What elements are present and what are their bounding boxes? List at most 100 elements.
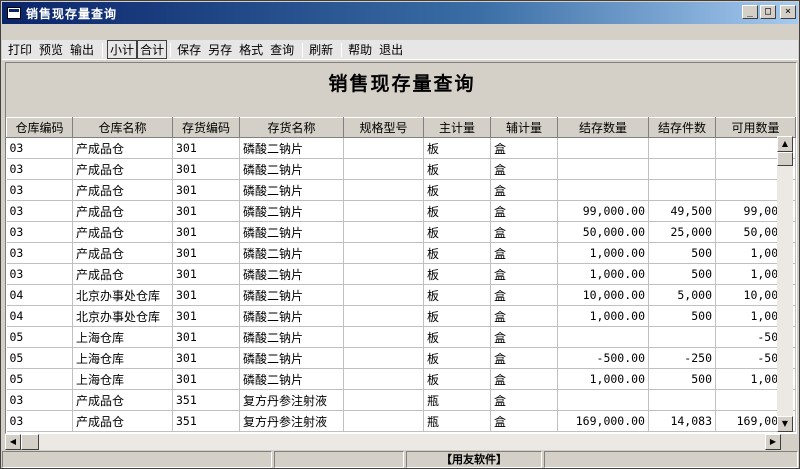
table-row[interactable]: 03 产成品仓 351 复方丹参注射液瓶盒 169,000.00 14,083 169,00… bbox=[6, 410, 796, 432]
title-bar[interactable]: 销售现存量查询 _ □ × bbox=[2, 2, 798, 24]
table-cell: 99,000.00 bbox=[557, 200, 649, 222]
table-cell bbox=[343, 158, 424, 180]
table-cell: 板 bbox=[423, 158, 491, 180]
refresh-button[interactable]: 刷新 bbox=[307, 41, 335, 58]
print-button[interactable]: 打印 bbox=[6, 41, 34, 58]
column-header[interactable]: 结存数量 bbox=[557, 117, 649, 138]
table-cell bbox=[343, 410, 424, 432]
horizontal-scroll-thumb[interactable] bbox=[21, 434, 39, 450]
table-cell: 05 bbox=[6, 347, 73, 369]
help-button[interactable]: 帮助 bbox=[346, 41, 374, 58]
scroll-up-arrow-icon[interactable]: ▲ bbox=[777, 136, 793, 152]
table-cell: 产成品仓 bbox=[72, 263, 173, 285]
table-cell: 盒 bbox=[490, 179, 558, 201]
table-row[interactable]: 03 产成品仓 301 磷酸二钠片板盒 1,000.00 500 1,000. bbox=[6, 242, 796, 264]
minimize-button[interactable]: _ bbox=[742, 5, 758, 19]
table-cell: 05 bbox=[6, 368, 73, 390]
column-header[interactable]: 存货编码 bbox=[172, 117, 240, 138]
table-cell: 10,000.00 bbox=[557, 284, 649, 306]
horizontal-scrollbar[interactable]: ◀ ▶ bbox=[5, 434, 781, 450]
table-cell: 磷酸二钠片 bbox=[239, 221, 344, 243]
table-cell: 磷酸二钠片 bbox=[239, 368, 344, 390]
toolbar-divider bbox=[170, 42, 172, 57]
table-row[interactable]: 03 产成品仓 301 磷酸二钠片 板盒 bbox=[6, 158, 796, 180]
table-cell bbox=[343, 347, 424, 369]
table-cell: 板 bbox=[423, 263, 491, 285]
table-cell: 瓶 bbox=[423, 410, 491, 432]
scroll-down-arrow-icon[interactable]: ▼ bbox=[777, 416, 793, 432]
column-header[interactable]: 可用数量 bbox=[715, 117, 796, 138]
table-cell: 盒 bbox=[490, 347, 558, 369]
table-cell: 磷酸二钠片 bbox=[239, 326, 344, 348]
table-cell bbox=[557, 389, 649, 411]
table-row[interactable]: 03 产成品仓 301 磷酸二钠片 板盒 bbox=[6, 179, 796, 201]
table-cell: 351 bbox=[172, 389, 240, 411]
preview-button[interactable]: 预览 bbox=[37, 41, 65, 58]
vertical-scrollbar[interactable]: ▲ ▼ bbox=[777, 136, 793, 432]
table-row[interactable]: 03 产成品仓 301 磷酸二钠片板盒 50,000.00 25,000 50,000. bbox=[6, 221, 796, 243]
table-cell: 磷酸二钠片 bbox=[239, 242, 344, 264]
table-cell: -250 bbox=[648, 347, 716, 369]
column-header[interactable]: 主计量 bbox=[423, 117, 491, 138]
table-cell: 50,000.00 bbox=[557, 221, 649, 243]
save-as-button[interactable]: 另存 bbox=[206, 41, 234, 58]
status-bar: 【用友软件】 bbox=[2, 451, 798, 468]
table-cell: 14,083 bbox=[648, 410, 716, 432]
column-header[interactable]: 规格型号 bbox=[343, 117, 424, 138]
table-row[interactable]: 05 上海仓库 301 磷酸二钠片板盒 -500.00 -250 -500. bbox=[6, 347, 796, 369]
toolbar-divider bbox=[341, 42, 343, 57]
column-header[interactable]: 仓库名称 bbox=[72, 117, 173, 138]
table-cell: 03 bbox=[6, 200, 73, 222]
save-button[interactable]: 保存 bbox=[175, 41, 203, 58]
table-cell: 盒 bbox=[490, 326, 558, 348]
table-cell: 301 bbox=[172, 305, 240, 327]
table-cell: 板 bbox=[423, 137, 491, 159]
column-header[interactable]: 仓库编码 bbox=[6, 117, 73, 138]
table-cell: 板 bbox=[423, 347, 491, 369]
table-cell: 03 bbox=[6, 242, 73, 264]
table-cell: 盒 bbox=[490, 305, 558, 327]
scroll-right-arrow-icon[interactable]: ▶ bbox=[765, 434, 781, 450]
column-header[interactable]: 存货名称 bbox=[239, 117, 344, 138]
stock-table: 仓库编码 仓库名称 存货编码 存货名称 规格型号 主计量 辅计量 结存数量 结存件数 可用数量 0… bbox=[6, 117, 796, 432]
close-button[interactable]: × bbox=[780, 5, 796, 19]
table-row[interactable]: 05 上海仓库 301 磷酸二钠片板盒 1,000.00 500 1,000. bbox=[6, 368, 796, 390]
total-button[interactable]: 合计 bbox=[137, 40, 168, 59]
table-row[interactable]: 03 产成品仓 351 复方丹参注射液 瓶盒 bbox=[6, 389, 796, 411]
table-row[interactable]: 04 北京办事处仓库 301 磷酸二钠片板盒 10,000.00 5,000 10,000. bbox=[6, 284, 796, 306]
table-cell: 301 bbox=[172, 347, 240, 369]
exit-button[interactable]: 退出 bbox=[377, 41, 405, 58]
table-cell bbox=[343, 326, 424, 348]
table-cell bbox=[343, 200, 424, 222]
scroll-left-arrow-icon[interactable]: ◀ bbox=[5, 434, 21, 450]
column-header[interactable]: 辅计量 bbox=[490, 117, 558, 138]
column-header[interactable]: 结存件数 bbox=[648, 117, 716, 138]
table-cell: 500 bbox=[648, 263, 716, 285]
table-cell: 盒 bbox=[490, 221, 558, 243]
table-cell bbox=[343, 305, 424, 327]
query-button[interactable]: 查询 bbox=[268, 41, 296, 58]
output-button[interactable]: 输出 bbox=[68, 41, 96, 58]
table-cell: 盒 bbox=[490, 137, 558, 159]
table-cell bbox=[648, 179, 716, 201]
table-cell: 301 bbox=[172, 368, 240, 390]
table-cell: 板 bbox=[423, 179, 491, 201]
table-row[interactable]: 04 北京办事处仓库 301 磷酸二钠片板盒 1,000.00 500 1,000. bbox=[6, 305, 796, 327]
vertical-scroll-thumb[interactable] bbox=[777, 152, 793, 166]
table-cell bbox=[343, 284, 424, 306]
table-row[interactable]: 03 产成品仓 301 磷酸二钠片 板盒 bbox=[6, 137, 796, 159]
table-row[interactable]: 03 产成品仓 301 磷酸二钠片板盒 1,000.00 500 1,000. bbox=[6, 263, 796, 285]
subtotal-button[interactable]: 小计 bbox=[107, 40, 138, 59]
format-button[interactable]: 格式 bbox=[237, 41, 265, 58]
table-cell bbox=[343, 221, 424, 243]
table-row[interactable]: 03 产成品仓 301 磷酸二钠片板盒 99,000.00 49,500 99,000. bbox=[6, 200, 796, 222]
table-row[interactable]: 05 上海仓库 301 磷酸二钠片板盒 -500. bbox=[6, 326, 796, 348]
table-cell: 盒 bbox=[490, 158, 558, 180]
table-cell bbox=[557, 326, 649, 348]
maximize-button[interactable]: □ bbox=[760, 5, 776, 19]
table-cell: 上海仓库 bbox=[72, 368, 173, 390]
table-cell bbox=[648, 389, 716, 411]
status-vendor: 【用友软件】 bbox=[406, 451, 542, 468]
app-icon bbox=[7, 7, 21, 19]
table-cell: 磷酸二钠片 bbox=[239, 200, 344, 222]
